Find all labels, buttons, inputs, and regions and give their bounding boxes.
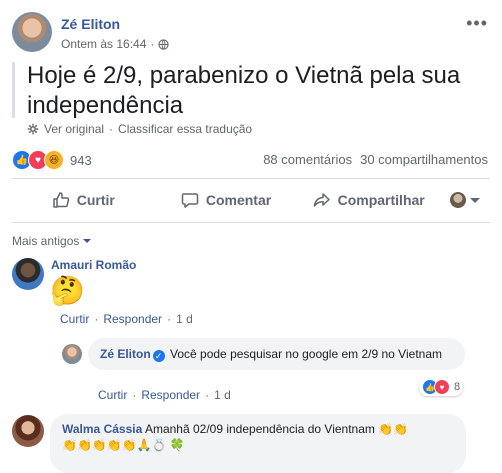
reply-author[interactable]: Zé Eliton [100, 347, 151, 361]
comment-reply-link[interactable]: Responder [103, 312, 162, 326]
reply-reaction-count: 8 [454, 381, 461, 393]
quote-bar [12, 62, 15, 118]
comment-like-link[interactable]: Curtir [60, 312, 89, 326]
reply-like-link[interactable]: Curtir [98, 388, 127, 402]
comment-icon [181, 193, 199, 208]
comment-sort-dropdown[interactable]: Mais antigos [12, 234, 92, 248]
reaction-identity-selector[interactable] [440, 192, 490, 208]
share-icon [313, 193, 330, 207]
commenter-avatar[interactable] [12, 415, 44, 447]
comments-count[interactable]: 88 comentários [263, 152, 352, 167]
post-author[interactable]: Zé Eliton [61, 16, 120, 32]
see-original-link[interactable]: Ver original [44, 122, 104, 136]
comment-author[interactable]: Amauri Romão [51, 258, 136, 272]
chevron-down-icon [470, 197, 481, 203]
comment-time[interactable]: 1 d [176, 312, 193, 326]
author-avatar[interactable] [12, 12, 52, 52]
reply-reply-link[interactable]: Responder [141, 388, 200, 402]
gear-icon[interactable] [27, 123, 39, 135]
comment-text: 🤔 [50, 275, 85, 306]
more-options-icon[interactable]: ••• [466, 13, 488, 34]
rate-translation-link[interactable]: Classificar essa tradução [118, 122, 252, 136]
like-button[interactable]: Curtir [12, 191, 155, 209]
reply-time[interactable]: 1 d [214, 388, 231, 402]
comment-text: Amanhã 02/09 independência do Vientnam 👏… [144, 422, 409, 436]
comment-actions: Curtir · Responder · 1 d [60, 312, 193, 326]
divider [12, 178, 490, 179]
comment-author[interactable]: Walma Cássia [62, 422, 142, 436]
like-button-label: Curtir [76, 192, 115, 208]
post-text: Hoje é 2/9, parabenizo o Vietnã pela sua… [27, 62, 461, 119]
reply-bubble: Zé Eliton ✓ Você pode pesquisar no google… [88, 338, 465, 370]
love-reaction-icon: ♥ [434, 379, 450, 395]
comment-button[interactable]: Comentar [155, 191, 298, 209]
chevron-down-icon [83, 239, 92, 243]
reply-text: Você pode pesquisar no google em 2/9 no … [170, 347, 442, 361]
thumbs-up-icon [53, 192, 69, 208]
share-button-label: Compartilhar [337, 192, 425, 208]
reaction-summary[interactable]: 👍 ♥ 😆 943 [12, 150, 92, 170]
reaction-count: 943 [70, 152, 92, 168]
reply-reaction-summary[interactable]: 👍 ♥ 8 [419, 378, 464, 396]
action-bar: Curtir Comentar Compartilhar [12, 180, 490, 220]
comments-section: Mais antigos Amauri Romão 🤔 Curtir · Res… [0, 223, 502, 473]
commenter-avatar[interactable] [12, 258, 44, 290]
comment-text-line2: 👏👏👏👏👏🙏💍 🍀 [62, 438, 185, 452]
comment-button-label: Comentar [205, 192, 272, 208]
comment-sort-label: Mais antigos [12, 234, 80, 248]
reply-author-avatar[interactable] [62, 344, 82, 364]
shares-count[interactable]: 30 compartilhamentos [360, 152, 488, 167]
share-button[interactable]: Compartilhar [297, 191, 440, 209]
verified-badge-icon: ✓ [152, 350, 165, 362]
reply-actions: Curtir · Responder · 1 d [98, 388, 231, 402]
avatar [450, 192, 467, 208]
post-meta: Ontem às 16:44 · [61, 37, 170, 51]
engagement-counts: 88 comentários 30 compartilhamentos [263, 152, 488, 167]
haha-reaction-icon: 😆 [44, 150, 64, 170]
comment-bubble: Walma Cássia Amanhã 02/09 independência … [50, 414, 466, 473]
post-card: Zé Eliton Ontem às 16:44 · ••• Hoje é 2/… [0, 0, 502, 473]
globe-icon [158, 38, 170, 50]
post-timestamp[interactable]: Ontem às 16:44 [61, 37, 146, 51]
translation-bar: Ver original · Classificar essa tradução [27, 122, 252, 136]
